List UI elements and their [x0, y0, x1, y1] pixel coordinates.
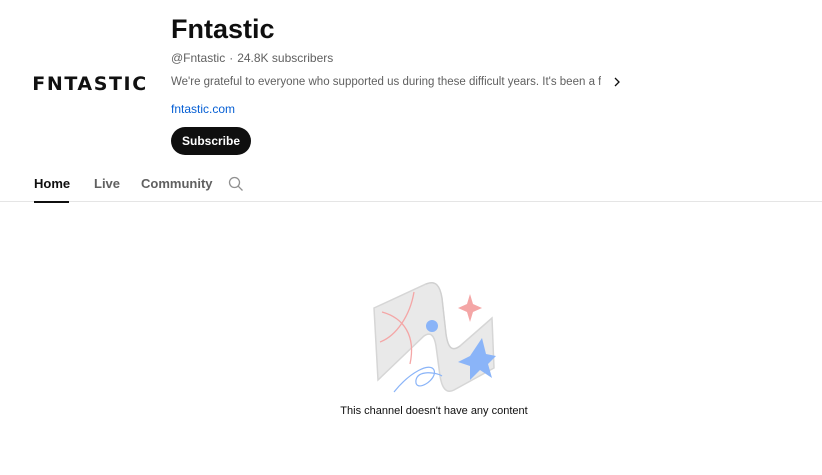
tab-home[interactable]: Home: [34, 166, 70, 203]
chevron-right-icon[interactable]: [611, 76, 623, 88]
subscribe-button[interactable]: Subscribe: [171, 127, 252, 155]
channel-meta: @Fntastic · 24.8K subscribers: [171, 50, 811, 66]
meta-separator: ·: [229, 51, 234, 65]
channel-description-row[interactable]: We're grateful to everyone who supported…: [171, 74, 811, 90]
subscriber-count: 24.8K subscribers: [237, 51, 334, 65]
search-icon[interactable]: [228, 176, 244, 192]
tab-live[interactable]: Live: [94, 166, 120, 202]
empty-state-message: This channel doesn't have any content: [340, 405, 528, 417]
channel-avatar[interactable]: FNTASTIC: [20, 14, 160, 154]
empty-state-illustration: [370, 276, 498, 400]
channel-description[interactable]: We're grateful to everyone who supported…: [171, 74, 601, 90]
channel-link-row: fntastic.com: [171, 101, 811, 117]
channel-header: Fntastic @Fntastic · 24.8K subscribers We'…: [171, 12, 811, 155]
channel-handle: @Fntastic: [171, 51, 226, 65]
channel-name: Fntastic: [171, 14, 275, 44]
channel-logo-text: FNTASTIC: [32, 73, 148, 95]
channel-website-link[interactable]: fntastic.com: [171, 102, 235, 116]
tab-community[interactable]: Community: [141, 166, 213, 202]
channel-tabs: Home Live Community: [0, 166, 822, 203]
